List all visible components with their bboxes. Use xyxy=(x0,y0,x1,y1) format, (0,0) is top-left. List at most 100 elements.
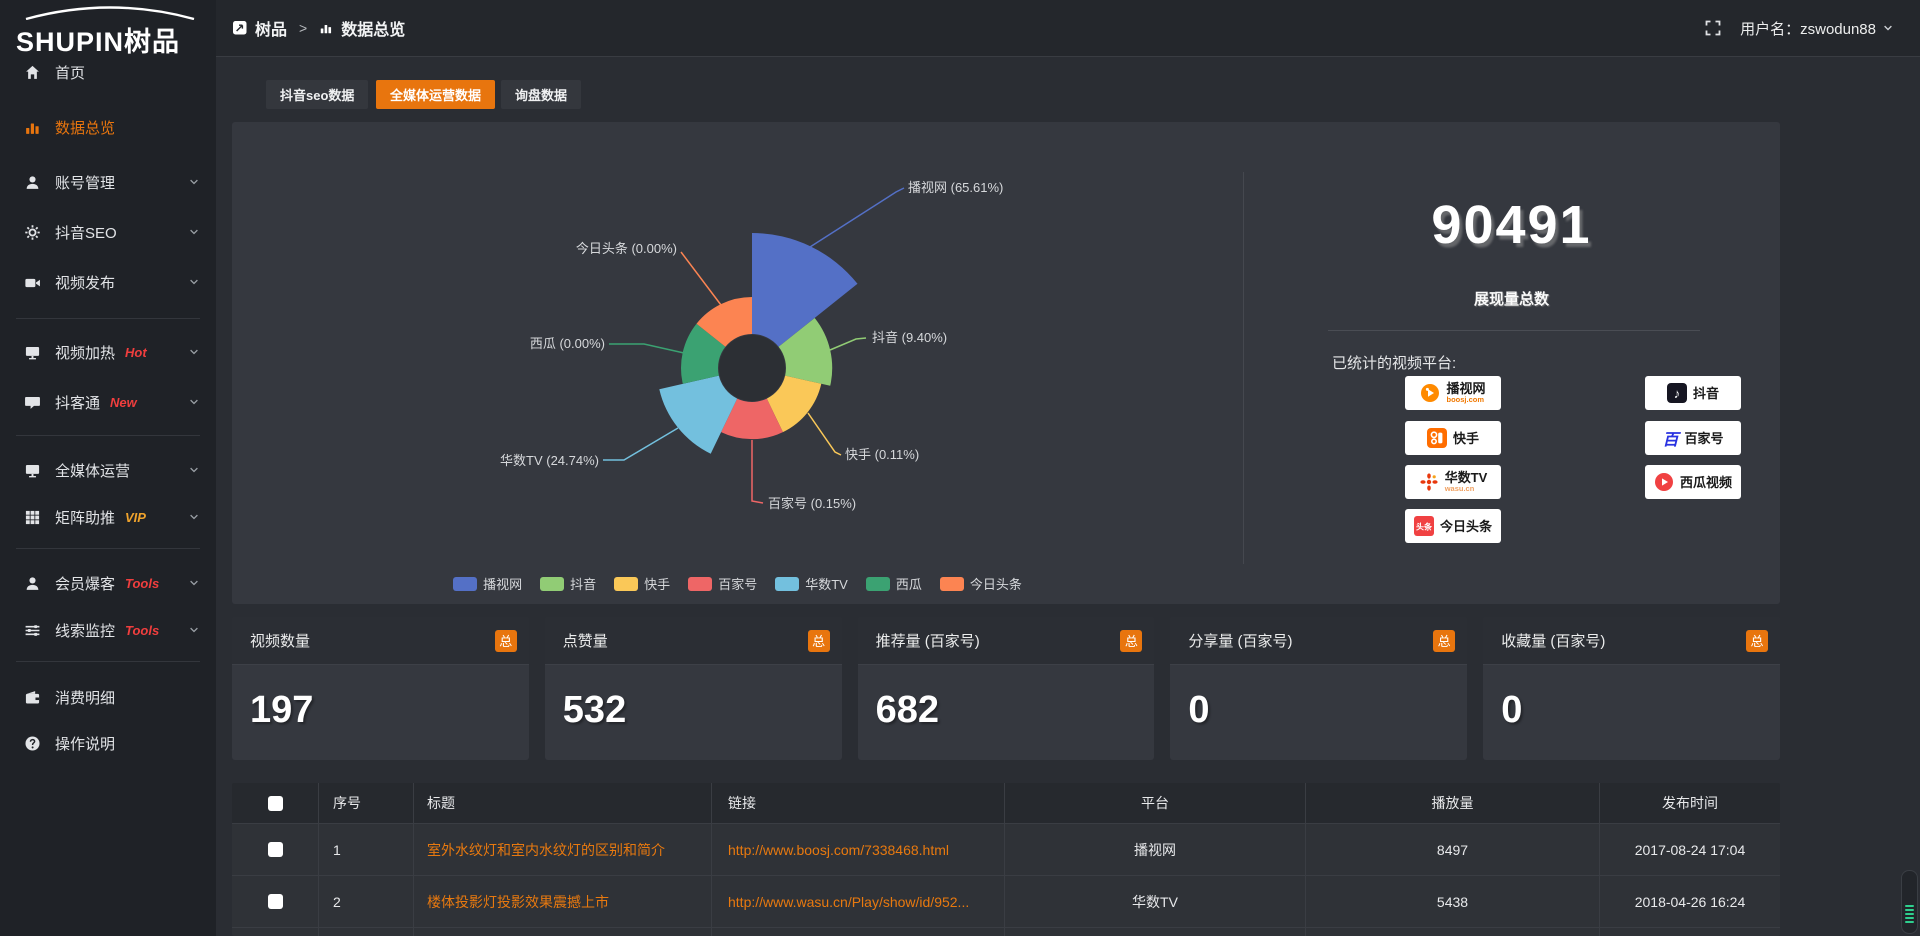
legend-item-百家号[interactable]: 百家号 xyxy=(688,574,757,593)
video-url-link[interactable]: http://www.boosj.com/7338468.html xyxy=(728,842,949,858)
stat-card-视频数量: 视频数量总197 xyxy=(232,617,529,760)
pie-label-line xyxy=(609,344,684,353)
row-num: 1 xyxy=(333,842,341,858)
legend-item-西瓜[interactable]: 西瓜 xyxy=(866,574,922,593)
stat-card-点赞量: 点赞量总532 xyxy=(545,617,842,760)
chevron-down-icon xyxy=(188,176,200,188)
sidebar-item-线索监控[interactable]: 线索监控Tools xyxy=(0,608,216,652)
legend-label: 播视网 xyxy=(483,574,522,593)
table-row-partial xyxy=(232,927,1780,936)
pie-label-line xyxy=(603,428,678,460)
platform-badge-今日头条: 头条今日头条 xyxy=(1405,509,1501,543)
xigua-logo-icon xyxy=(1654,472,1674,492)
pie-label-今日头条: 今日头条 (0.00%) xyxy=(576,241,677,256)
sidebar-item-label: 矩阵助推 xyxy=(55,507,115,528)
stat-card-收藏量 (百家号): 收藏量 (百家号)总0 xyxy=(1483,617,1780,760)
pie-hole xyxy=(719,335,785,401)
stat-cards-row: 视频数量总197点赞量总532推荐量 (百家号)总682分享量 (百家号)总0收… xyxy=(232,617,1780,760)
videos-table: 序号标题链接平台播放量发布时间1室外水纹灯和室内水纹灯的区别和简介http://… xyxy=(232,783,1780,936)
pie-label-百家号: 百家号 (0.15%) xyxy=(768,496,856,511)
sidebar-divider xyxy=(16,661,200,662)
platform-pie-chart: 播视网 (65.61%)抖音 (9.40%)快手 (0.11%)百家号 (0.1… xyxy=(232,122,1243,604)
row-platform: 华数TV xyxy=(1132,892,1178,912)
tab-抖音seo数据[interactable]: 抖音seo数据 xyxy=(266,80,368,109)
select-all-checkbox[interactable] xyxy=(268,796,283,811)
sidebar-item-首页[interactable]: 首页 xyxy=(0,50,216,94)
wasu-logo-icon xyxy=(1419,472,1439,492)
stat-card-label: 分享量 (百家号) xyxy=(1188,630,1292,651)
sidebar-item-label: 视频加热 xyxy=(55,342,115,363)
col-header: 链接 xyxy=(728,793,756,813)
row-num: 2 xyxy=(333,894,341,910)
sidebar-item-全媒体运营[interactable]: 全媒体运营 xyxy=(0,448,216,492)
legend-swatch xyxy=(940,577,964,591)
row-plays: 8497 xyxy=(1437,842,1468,858)
sidebar-divider xyxy=(16,435,200,436)
fullscreen-icon[interactable] xyxy=(1704,19,1722,37)
chevron-down-icon xyxy=(188,464,200,476)
stat-card-value: 532 xyxy=(545,665,842,732)
pie-label-快手: 快手 (0.11%) xyxy=(845,447,919,462)
sidebar-item-矩阵助推[interactable]: 矩阵助推 VIP xyxy=(0,495,216,539)
sidebar-item-抖音SEO[interactable]: 抖音SEO xyxy=(0,210,216,254)
stat-card-value: 0 xyxy=(1483,665,1780,732)
platforms-title: 已统计的视频平台: xyxy=(1332,352,1456,373)
user-menu[interactable]: 用户名：zswodun88 xyxy=(1740,18,1894,39)
overview-panel: 播视网 (65.61%)抖音 (9.40%)快手 (0.11%)百家号 (0.1… xyxy=(232,122,1780,604)
sidebar-item-badge: VIP xyxy=(125,510,146,525)
pie-label-播视网: 播视网 (65.61%) xyxy=(908,180,1003,195)
legend-item-华数TV[interactable]: 华数TV xyxy=(775,574,848,593)
stat-card-label: 视频数量 xyxy=(250,630,310,651)
sidebar-item-账号管理[interactable]: 账号管理 xyxy=(0,160,216,204)
breadcrumb-separator: > xyxy=(295,20,311,36)
platform-badge-西瓜视频: 西瓜视频 xyxy=(1645,465,1741,499)
row-time: 2017-08-24 17:04 xyxy=(1635,842,1746,858)
platform-name: 西瓜视频 xyxy=(1680,476,1732,489)
sidebar-item-视频发布[interactable]: 视频发布 xyxy=(0,260,216,304)
platform-name: 快手 xyxy=(1453,432,1479,445)
total-badge: 总 xyxy=(1746,630,1768,652)
legend-label: 百家号 xyxy=(718,574,757,593)
legend-item-抖音[interactable]: 抖音 xyxy=(540,574,596,593)
legend-label: 华数TV xyxy=(805,574,848,593)
col-header: 发布时间 xyxy=(1662,793,1718,813)
sidebar-item-消费明细[interactable]: 消费明细 xyxy=(0,675,216,719)
sidebar-divider xyxy=(16,548,200,549)
row-platform: 播视网 xyxy=(1134,840,1176,860)
video-title-link[interactable]: 楼体投影灯投影效果震撼上市 xyxy=(427,892,609,912)
sidebar-item-操作说明[interactable]: 操作说明 xyxy=(0,721,216,765)
legend-item-播视网[interactable]: 播视网 xyxy=(453,574,522,593)
row-checkbox[interactable] xyxy=(268,842,283,857)
stat-card-value: 682 xyxy=(858,665,1155,732)
stat-card-header: 点赞量总 xyxy=(545,617,842,665)
row-checkbox[interactable] xyxy=(268,894,283,909)
video-title-link[interactable]: 室外水纹灯和室内水纹灯的区别和简介 xyxy=(427,840,665,860)
member-icon xyxy=(24,575,41,592)
pie-label-line xyxy=(810,188,904,247)
summary-divider xyxy=(1328,330,1700,331)
sidebar-item-会员爆客[interactable]: 会员爆客Tools xyxy=(0,561,216,605)
logo-arc-icon xyxy=(18,6,202,20)
sidebar-item-视频加热[interactable]: 视频加热Hot xyxy=(0,330,216,374)
tab-全媒体运营数据[interactable]: 全媒体运营数据 xyxy=(376,80,495,109)
chevron-down-icon xyxy=(188,511,200,523)
sidebar-item-数据总览[interactable]: 数据总览 xyxy=(0,105,216,149)
total-impressions-value: 90491 xyxy=(1243,194,1780,256)
chevron-down-icon xyxy=(188,577,200,589)
wallet-icon xyxy=(24,689,41,706)
stat-card-value: 197 xyxy=(232,665,529,732)
col-header: 序号 xyxy=(333,793,361,813)
pie-legend: 播视网抖音快手 百家号 华数TV 西瓜今日头条 xyxy=(232,574,1243,593)
chevron-down-icon xyxy=(1882,22,1894,34)
svg-text:头条: 头条 xyxy=(1416,522,1433,532)
chevron-down-icon xyxy=(188,276,200,288)
tab-询盘数据[interactable]: 询盘数据 xyxy=(501,80,581,109)
floating-widget[interactable] xyxy=(1901,870,1918,934)
sidebar-item-抖客通[interactable]: 抖客通New xyxy=(0,380,216,424)
legend-item-快手[interactable]: 快手 xyxy=(614,574,670,593)
breadcrumb-home[interactable]: 树品 xyxy=(255,16,287,40)
sidebar-item-badge: Tools xyxy=(125,576,159,591)
stat-card-value: 0 xyxy=(1170,665,1467,732)
video-url-link[interactable]: http://www.wasu.cn/Play/show/id/952... xyxy=(728,894,969,910)
legend-item-今日头条[interactable]: 今日头条 xyxy=(940,574,1022,593)
